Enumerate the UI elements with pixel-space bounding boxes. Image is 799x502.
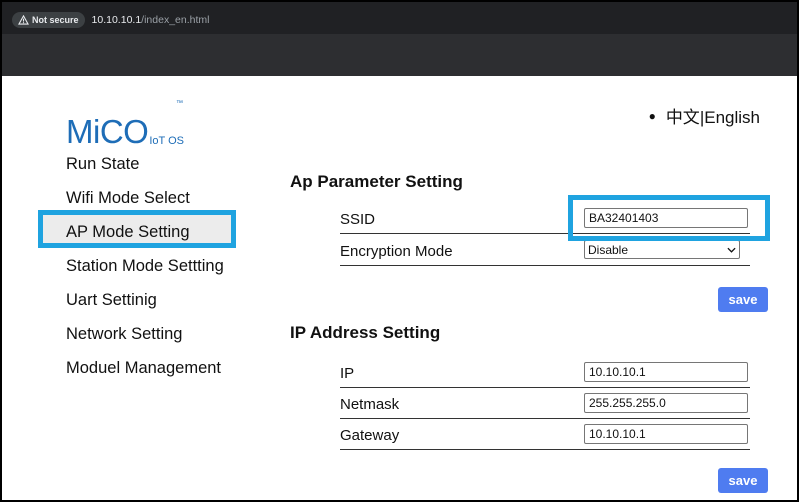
sidebar-item-ap-mode-setting[interactable]: AP Mode Setting	[66, 224, 224, 258]
bullet-icon: ●	[648, 108, 656, 123]
ssid-input[interactable]	[584, 208, 748, 228]
ip-section-title: IP Address Setting	[290, 323, 441, 342]
warning-triangle-icon	[18, 14, 29, 25]
ap-section-title: Ap Parameter Setting	[290, 172, 463, 191]
sidebar-item-module-management[interactable]: Moduel Management	[66, 360, 224, 394]
app-frame: Not secure 10.10.10.1/index_en.html MiCO…	[0, 0, 799, 502]
ssid-label: SSID	[340, 211, 376, 228]
netmask-row: Netmask	[340, 390, 750, 419]
language-english-link[interactable]: English	[704, 108, 760, 127]
sidebar-item-wifi-mode-select[interactable]: Wifi Mode Select	[66, 190, 224, 224]
url-path: /index_en.html	[141, 13, 210, 26]
encryption-label: Encryption Mode	[340, 243, 453, 260]
logo-main-text: MiCO	[66, 113, 149, 150]
ip-save-button[interactable]: save	[718, 468, 768, 493]
logo-trademark: ™	[176, 100, 183, 107]
url-bar[interactable]: Not secure 10.10.10.1/index_en.html	[12, 11, 209, 28]
chevron-down-icon	[727, 247, 736, 253]
encryption-selected-value: Disable	[588, 242, 629, 257]
browser-toolbar-area	[2, 34, 797, 76]
ip-row: IP	[340, 359, 750, 388]
ap-save-button[interactable]: save	[718, 287, 768, 312]
sidebar-nav: Run State Wifi Mode Select AP Mode Setti…	[66, 156, 224, 394]
language-switcher: ● 中文|English	[649, 103, 760, 128]
gateway-row: Gateway	[340, 421, 750, 450]
sidebar-item-station-mode-setting[interactable]: Station Mode Settting	[66, 258, 224, 292]
browser-address-bar: Not secure 10.10.10.1/index_en.html	[2, 2, 797, 34]
security-label: Not secure	[32, 14, 79, 25]
encryption-row: Encryption Mode Disable	[340, 237, 750, 266]
logo-sub-text: IoT OS	[149, 135, 184, 147]
language-chinese-link[interactable]: 中文	[666, 108, 700, 127]
mico-logo: MiCO IoT OS	[66, 108, 184, 148]
encryption-select[interactable]: Disable	[584, 240, 740, 259]
security-indicator[interactable]: Not secure	[12, 11, 85, 28]
gateway-input[interactable]	[584, 424, 748, 444]
netmask-input[interactable]	[584, 393, 748, 413]
netmask-label: Netmask	[340, 396, 400, 413]
ip-input[interactable]	[584, 362, 748, 382]
sidebar-item-run-state[interactable]: Run State	[66, 156, 224, 190]
url-text[interactable]: 10.10.10.1/index_en.html	[92, 14, 210, 26]
ip-label: IP	[340, 365, 355, 382]
gateway-label: Gateway	[340, 427, 400, 444]
sidebar-item-uart-setting[interactable]: Uart Settinig	[66, 292, 224, 326]
ssid-row: SSID	[340, 205, 750, 234]
url-host: 10.10.10.1	[91, 13, 142, 26]
sidebar-item-network-setting[interactable]: Network Setting	[66, 326, 224, 360]
